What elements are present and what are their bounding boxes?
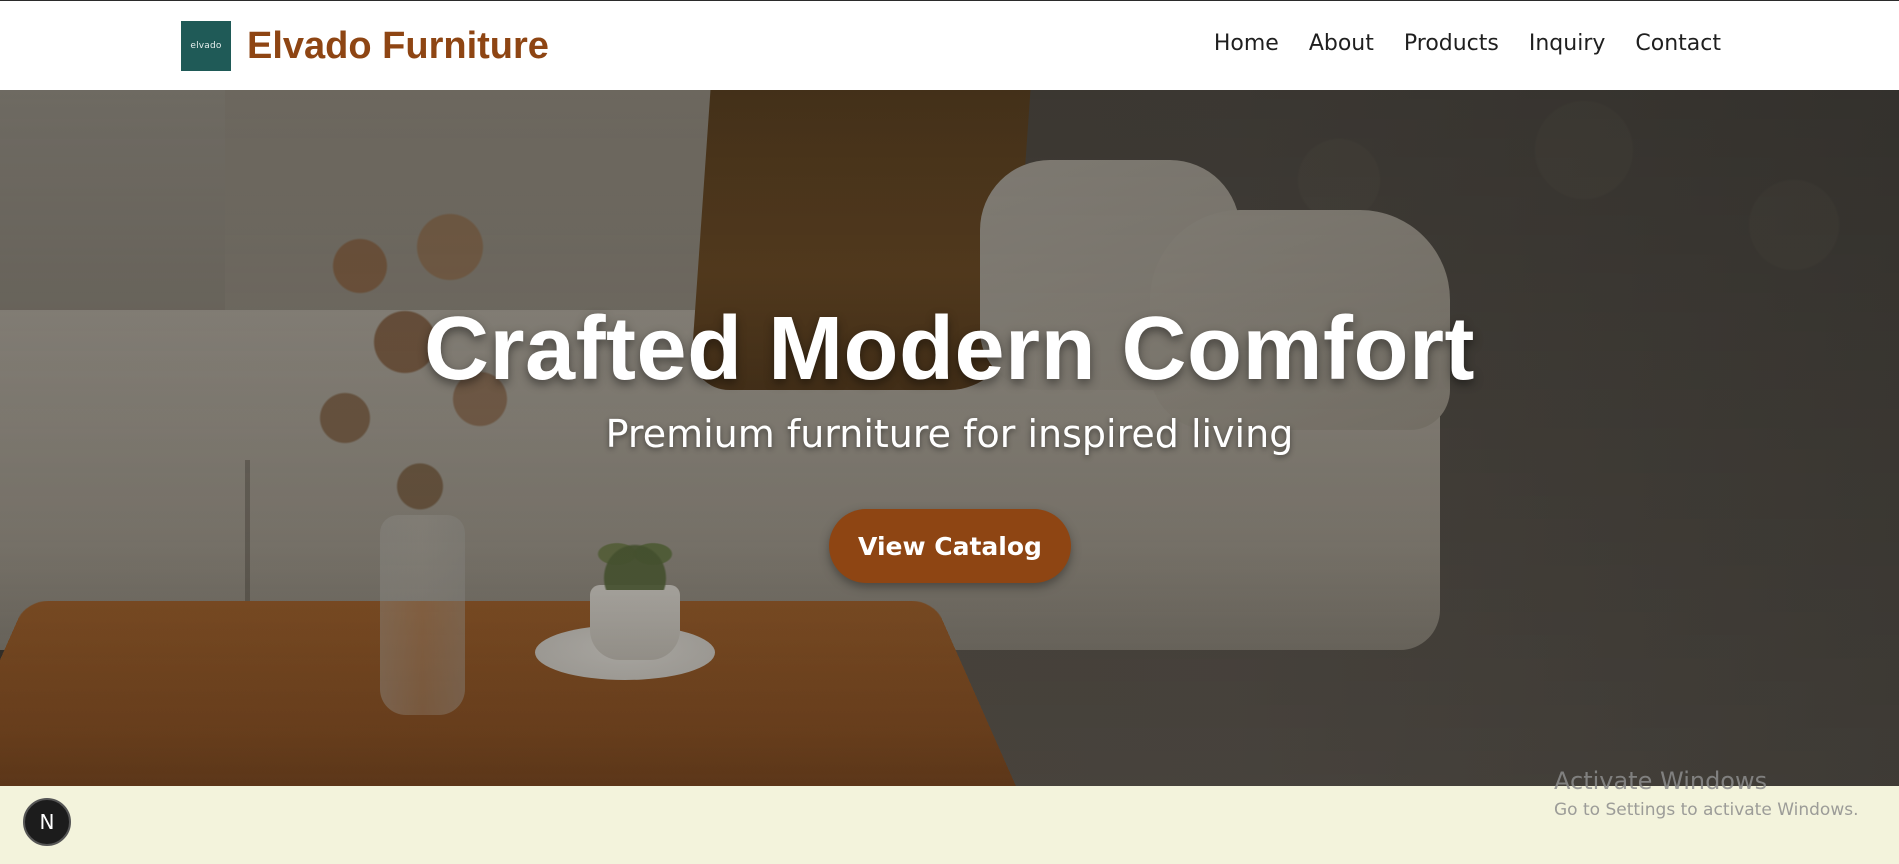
site-header: elvado Elvado Furniture Home About Produ…	[0, 0, 1899, 90]
brand-logo-text: elvado	[190, 41, 222, 51]
hero-content: Crafted Modern Comfort Premium furniture…	[0, 90, 1899, 786]
brand-name: Elvado Furniture	[247, 25, 549, 67]
brand-logo: elvado	[181, 21, 231, 71]
hero-section: Crafted Modern Comfort Premium furniture…	[0, 90, 1899, 786]
hero-title: Crafted Modern Comfort	[424, 299, 1475, 399]
nextjs-dev-indicator-button[interactable]: N	[23, 798, 71, 846]
view-catalog-button[interactable]: View Catalog	[829, 509, 1071, 583]
nav-about[interactable]: About	[1309, 31, 1374, 57]
page: elvado Elvado Furniture Home About Produ…	[0, 0, 1899, 864]
nextjs-n-icon: N	[39, 810, 55, 834]
nav-inquiry[interactable]: Inquiry	[1529, 31, 1606, 57]
main-nav: Home About Products Inquiry Contact	[1214, 31, 1721, 57]
hero-subtitle: Premium furniture for inspired living	[605, 412, 1294, 456]
activate-windows-subtitle: Go to Settings to activate Windows.	[1554, 800, 1859, 820]
activate-windows-title: Activate Windows	[1554, 767, 1768, 795]
nav-home[interactable]: Home	[1214, 31, 1279, 57]
brand[interactable]: elvado Elvado Furniture	[181, 20, 549, 72]
nav-products[interactable]: Products	[1404, 31, 1499, 57]
activate-windows-watermark: Activate Windows Go to Settings to activ…	[1554, 766, 1859, 820]
nav-contact[interactable]: Contact	[1635, 31, 1721, 57]
